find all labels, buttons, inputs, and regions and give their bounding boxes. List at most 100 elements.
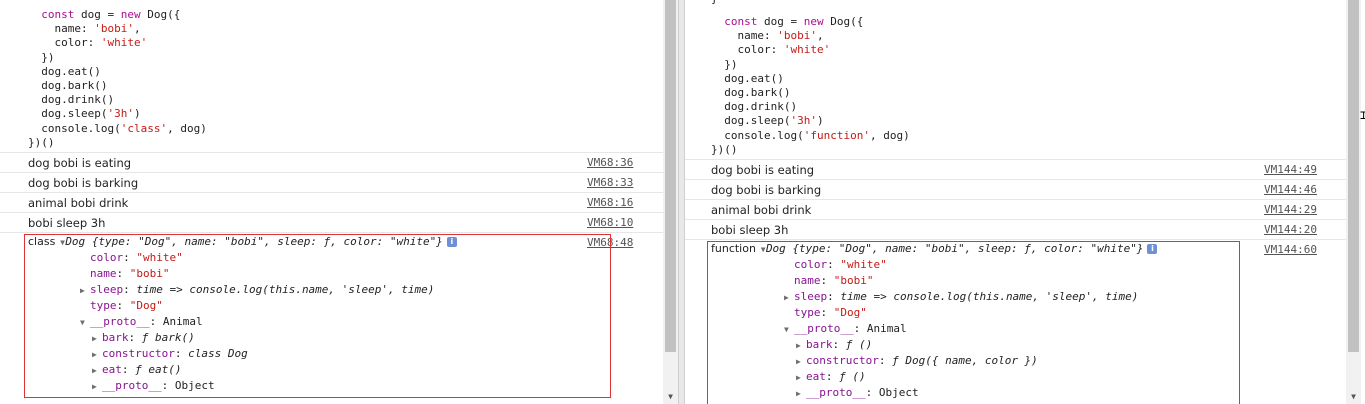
- object-summary[interactable]: function ▼Dog {type: "Dog", name: "bobi"…: [711, 241, 1158, 258]
- code-token: color:: [737, 43, 784, 57]
- property-key: bark: [102, 331, 129, 344]
- log-row: dog bobi is barking VM68:33: [0, 172, 663, 192]
- code-token: new: [120, 8, 148, 21]
- code-token: 'bobi': [777, 29, 817, 43]
- property-value: Object: [878, 386, 919, 399]
- code-line: dog.eat(): [28, 65, 663, 79]
- code-line: dog.drink(): [28, 93, 663, 107]
- proto-property[interactable]: ▶ bark: ƒ bark(): [92, 330, 195, 347]
- code-token: ): [816, 114, 824, 128]
- triangle-right-icon[interactable]: ▶: [796, 370, 806, 386]
- triangle-right-icon[interactable]: ▶: [92, 331, 102, 347]
- object-property[interactable]: ▶ sleep: time => console.log(this.name, '…: [784, 289, 1138, 306]
- log-source-link[interactable]: VM144:29: [1264, 203, 1317, 216]
- code-line: dog.bark(): [711, 86, 1358, 100]
- triangle-right-icon[interactable]: ▶: [80, 283, 90, 299]
- console-panel-right[interactable]: } const dog = new Dog({ name: 'bobi', co…: [685, 0, 1358, 404]
- triangle-down-icon[interactable]: ▼: [55, 235, 65, 251]
- proto-property[interactable]: ▶ constructor: class Dog: [92, 346, 248, 363]
- console-panel-left[interactable]: const dog = new Dog({ name: 'bobi', colo…: [0, 0, 663, 404]
- code-token: console.log(: [724, 128, 804, 142]
- object-summary[interactable]: class ▼Dog {type: "Dog", name: "bobi", s…: [28, 234, 457, 251]
- code-token: 'function': [803, 128, 870, 142]
- code-line: })(): [28, 136, 663, 150]
- code-token: new: [803, 15, 831, 28]
- triangle-right-icon[interactable]: ▶: [92, 347, 102, 363]
- code-token: const: [724, 15, 764, 28]
- triangle-right-icon[interactable]: ▶: [784, 290, 794, 306]
- proto-property[interactable]: ▶ __proto__: Object: [92, 378, 215, 395]
- property-key: type: [794, 306, 821, 319]
- property-key: constructor: [806, 354, 879, 367]
- property-value: "bobi": [833, 274, 874, 287]
- triangle-right-icon[interactable]: ▶: [796, 338, 806, 354]
- code-token: '3h': [107, 107, 134, 121]
- code-token: Dog({: [147, 8, 181, 21]
- property-value: time => console.log(this.name, 'sleep', …: [136, 283, 435, 296]
- property-value: ƒ (): [839, 370, 866, 383]
- log-prefix: function: [711, 242, 756, 255]
- object-property[interactable]: ▼ __proto__: Animal: [80, 314, 203, 331]
- proto-property[interactable]: ▶ bark: ƒ (): [796, 337, 872, 354]
- log-source-link[interactable]: VM144:60: [1264, 243, 1317, 256]
- log-source-link[interactable]: VM68:16: [587, 196, 633, 209]
- proto-property[interactable]: ▶ constructor: ƒ Dog({ name, color }): [796, 353, 1038, 370]
- log-row: animal bobi drink VM68:16: [0, 192, 663, 212]
- property-value: Animal: [866, 322, 907, 335]
- info-icon[interactable]: i: [446, 237, 457, 247]
- property-value: Object: [174, 379, 215, 392]
- scrollbar-thumb-left[interactable]: [665, 0, 676, 352]
- log-source-link[interactable]: VM68:10: [587, 216, 633, 229]
- scrollbar-right[interactable]: ▼: [1346, 0, 1361, 404]
- scrollbar-thumb-right[interactable]: [1348, 0, 1359, 352]
- property-key: constructor: [102, 347, 175, 360]
- triangle-right-icon[interactable]: ▶: [92, 379, 102, 395]
- panel-divider[interactable]: [678, 0, 685, 404]
- log-source-link[interactable]: VM144:46: [1264, 183, 1317, 196]
- object-property[interactable]: ▶ sleep: time => console.log(this.name, '…: [80, 282, 434, 299]
- code-token: const: [41, 8, 81, 21]
- code-token: console.log(: [41, 121, 121, 135]
- triangle-down-icon[interactable]: ▼: [784, 322, 794, 338]
- code-token: 'white': [783, 43, 831, 57]
- object-type-name: Dog: [65, 235, 86, 248]
- code-line: dog.drink(): [711, 100, 1358, 114]
- triangle-down-icon[interactable]: ▼: [80, 315, 90, 331]
- code-line: dog.sleep('3h'): [28, 107, 663, 121]
- property-key: sleep: [794, 290, 828, 303]
- triangle-right-icon[interactable]: ▶: [796, 386, 806, 402]
- log-source-link[interactable]: VM144:20: [1264, 223, 1317, 236]
- code-token: dog.drink(): [724, 100, 798, 114]
- info-icon[interactable]: i: [1147, 244, 1158, 254]
- triangle-right-icon[interactable]: ▶: [92, 363, 102, 379]
- mouse-cursor-icon: ⌶: [1360, 108, 1365, 122]
- scroll-down-arrow-icon[interactable]: ▼: [663, 392, 678, 402]
- log-message: dog bobi is barking: [711, 183, 822, 197]
- code-token: , dog): [167, 121, 207, 135]
- scroll-down-arrow-icon[interactable]: ▼: [1346, 392, 1361, 402]
- proto-property[interactable]: ▶ __proto__: Object: [796, 385, 919, 402]
- triangle-right-icon[interactable]: ▶: [796, 354, 806, 370]
- log-source-link[interactable]: VM68:36: [587, 156, 633, 169]
- code-fragment-top: }: [711, 0, 1358, 6]
- proto-property[interactable]: ▶ eat: ƒ (): [796, 369, 866, 386]
- object-property: type: "Dog": [794, 306, 867, 319]
- log-source-link[interactable]: VM68:33: [587, 176, 633, 189]
- proto-property[interactable]: ▶ eat: ƒ eat(): [92, 362, 181, 379]
- object-property[interactable]: ▼ __proto__: Animal: [784, 321, 907, 338]
- code-token: dog.bark(): [724, 85, 791, 99]
- code-token: ): [133, 107, 141, 121]
- log-prefix: class: [28, 235, 56, 248]
- code-token: dog.eat(): [724, 71, 784, 85]
- property-key: bark: [806, 338, 833, 351]
- property-key: __proto__: [90, 315, 150, 328]
- log-source-link[interactable]: VM144:49: [1264, 163, 1317, 176]
- object-property: type: "Dog": [90, 299, 163, 312]
- property-value: ƒ eat(): [135, 363, 182, 376]
- code-token: }): [724, 57, 738, 71]
- scrollbar-left[interactable]: ▼: [663, 0, 678, 404]
- triangle-down-icon[interactable]: ▼: [756, 242, 766, 258]
- property-value: "white": [840, 258, 887, 271]
- property-value: class Dog: [188, 347, 248, 360]
- code-token: , dog): [869, 128, 910, 142]
